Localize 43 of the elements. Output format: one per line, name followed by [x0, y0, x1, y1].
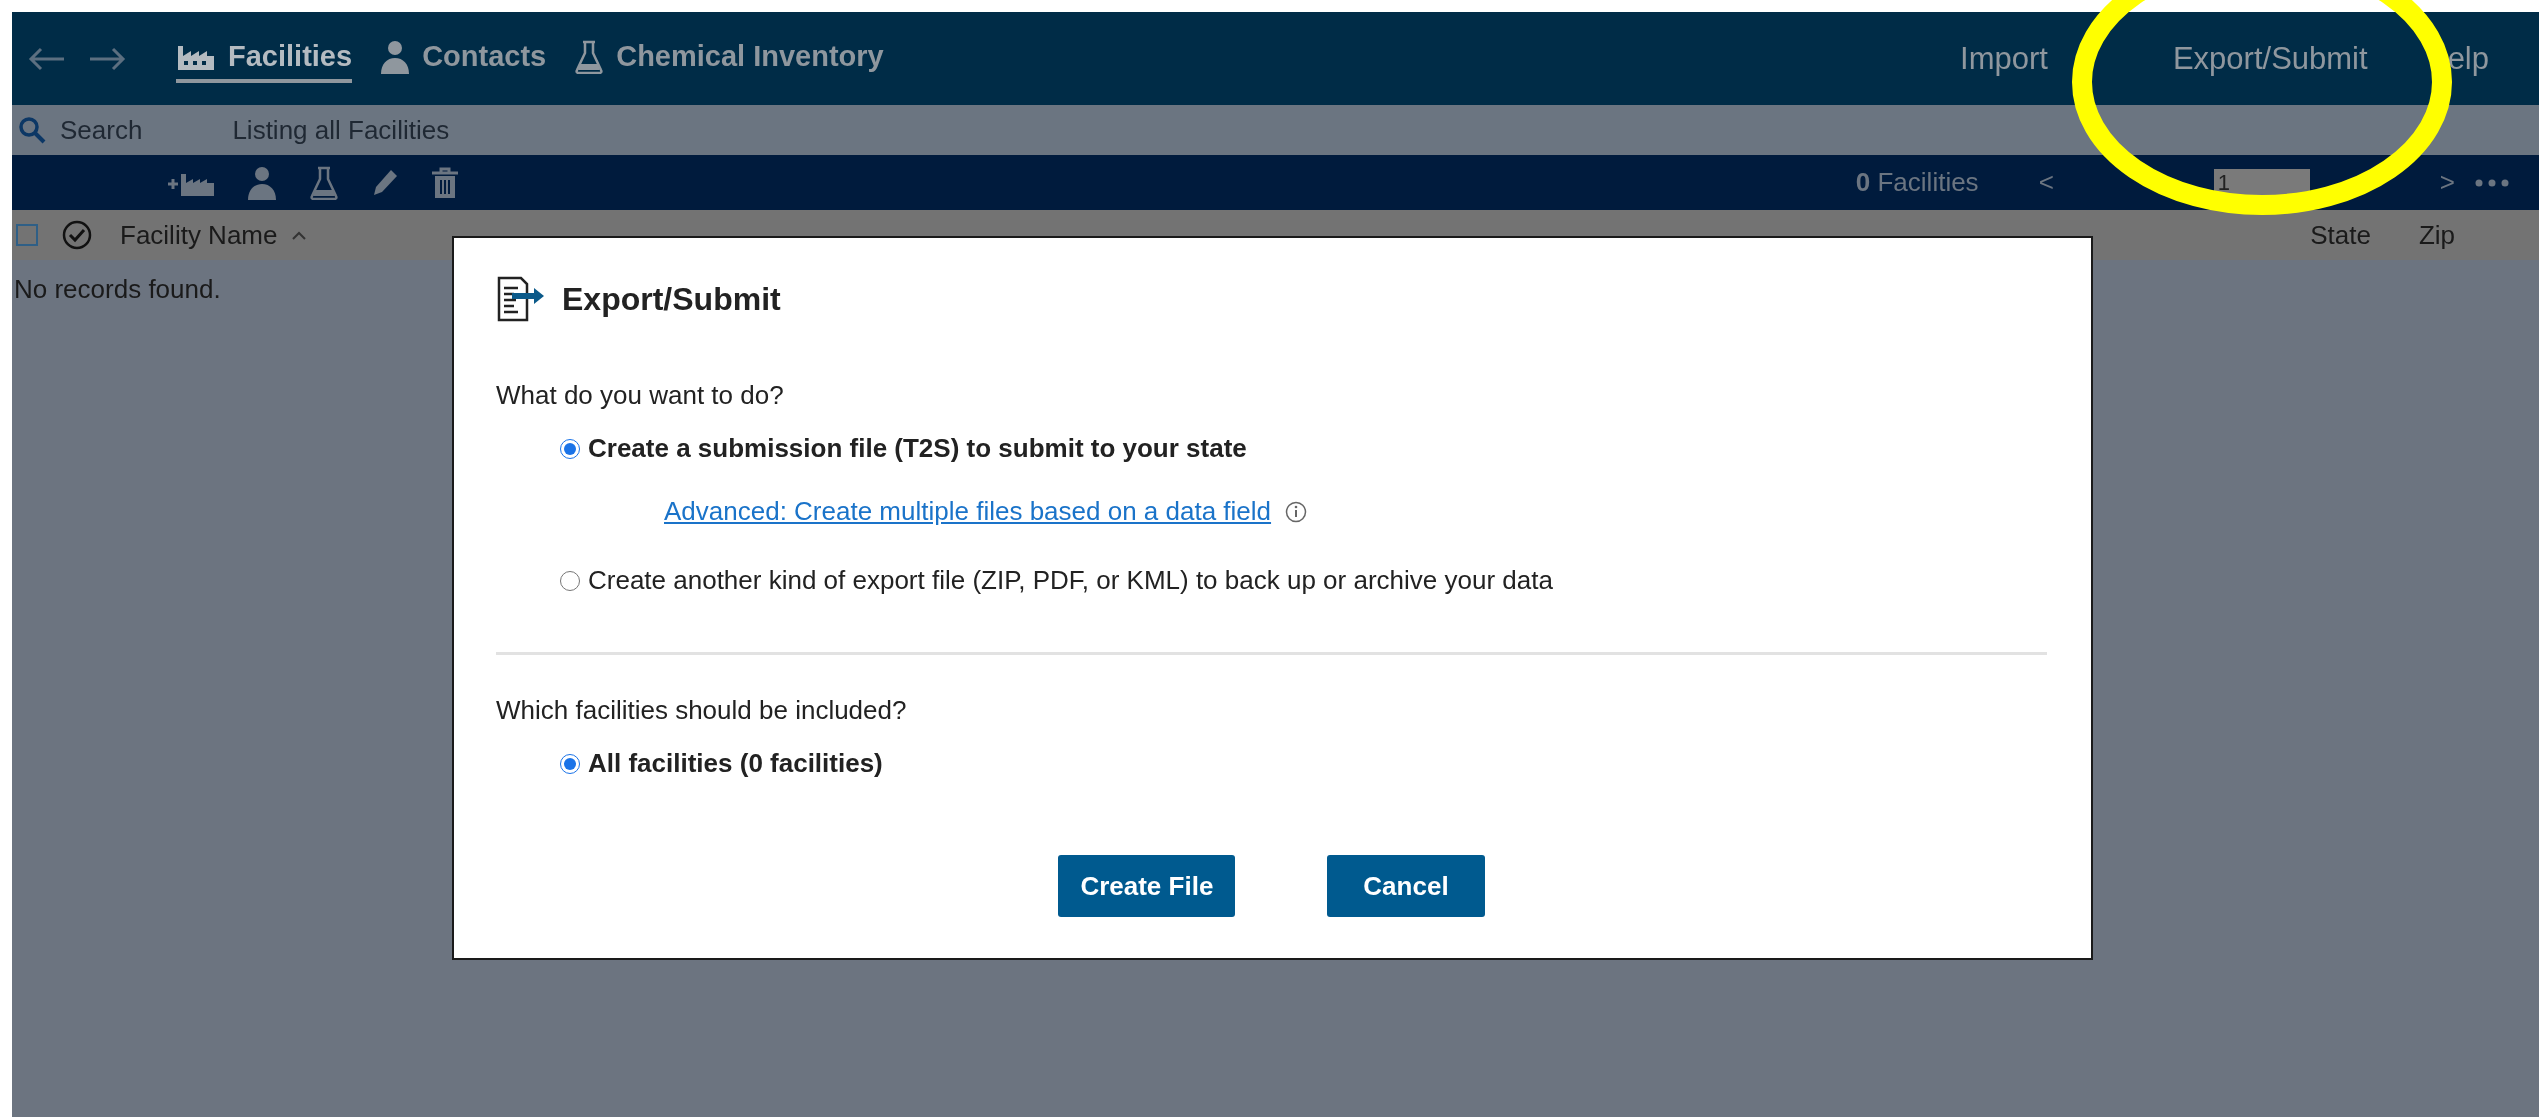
radio-button[interactable] [560, 570, 580, 591]
advanced-link[interactable]: Advanced: Create multiple files based on a data field [664, 496, 1272, 527]
back-arrow-icon[interactable] [28, 46, 66, 71]
question-text: What do you want to do? [496, 380, 785, 411]
select-all-checkbox[interactable] [16, 224, 38, 246]
search-button[interactable]: Search [18, 114, 143, 146]
caret-up-icon[interactable] [291, 230, 308, 240]
nav-tab[interactable]: Contacts [380, 33, 547, 84]
record-count: 0 Facilities [1855, 167, 1979, 198]
more-icon[interactable] [2475, 178, 2509, 187]
nav-tab[interactable]: Chemical Inventory [574, 33, 884, 84]
question-text: Which facilities should be included? [496, 695, 908, 726]
nav-link[interactable]: elp [2447, 40, 2489, 77]
radio-button[interactable] [560, 438, 580, 459]
nav-link[interactable]: Import [1960, 40, 2048, 77]
nav-tab[interactable]: Facilities [176, 34, 353, 83]
flask-icon[interactable] [309, 165, 339, 200]
pencil-icon[interactable] [371, 167, 399, 198]
info-icon[interactable] [1285, 500, 1308, 523]
export-document-icon [496, 276, 546, 322]
page-number-field[interactable]: 1 [2213, 168, 2310, 197]
radio-button[interactable] [560, 753, 580, 774]
dialog-button[interactable]: Create File [1058, 855, 1236, 917]
trash-icon[interactable] [431, 166, 459, 199]
radio-option[interactable]: All facilities (0 facilities) [560, 748, 2047, 779]
next-page-button[interactable]: > [2439, 167, 2455, 198]
radio-option[interactable]: Create another kind of export file (ZIP, PDF, or KML) to back up or archive your data [560, 565, 2047, 596]
nav-link[interactable]: Export/Submit [2172, 40, 2368, 77]
column-header[interactable]: Facility Name [120, 219, 308, 251]
forward-arrow-icon[interactable] [88, 46, 126, 71]
search-icon [18, 116, 46, 144]
listing-status: Listing all Facilities [232, 114, 450, 146]
person-icon[interactable] [247, 165, 277, 200]
flask-icon [574, 39, 605, 74]
radio-option[interactable]: Create a submission file (T2S) to submit to your state [560, 433, 2047, 464]
column-header[interactable]: State [2310, 219, 2371, 251]
dialog-title: Export/Submit [562, 280, 781, 318]
dialog-button[interactable]: Cancel [1327, 855, 1485, 917]
column-header[interactable]: Zip [2418, 219, 2455, 251]
check-circle-icon[interactable] [62, 220, 92, 250]
empty-message: No records found. [13, 273, 221, 305]
person-icon [380, 39, 411, 74]
previous-page-button[interactable]: < [2038, 167, 2054, 198]
